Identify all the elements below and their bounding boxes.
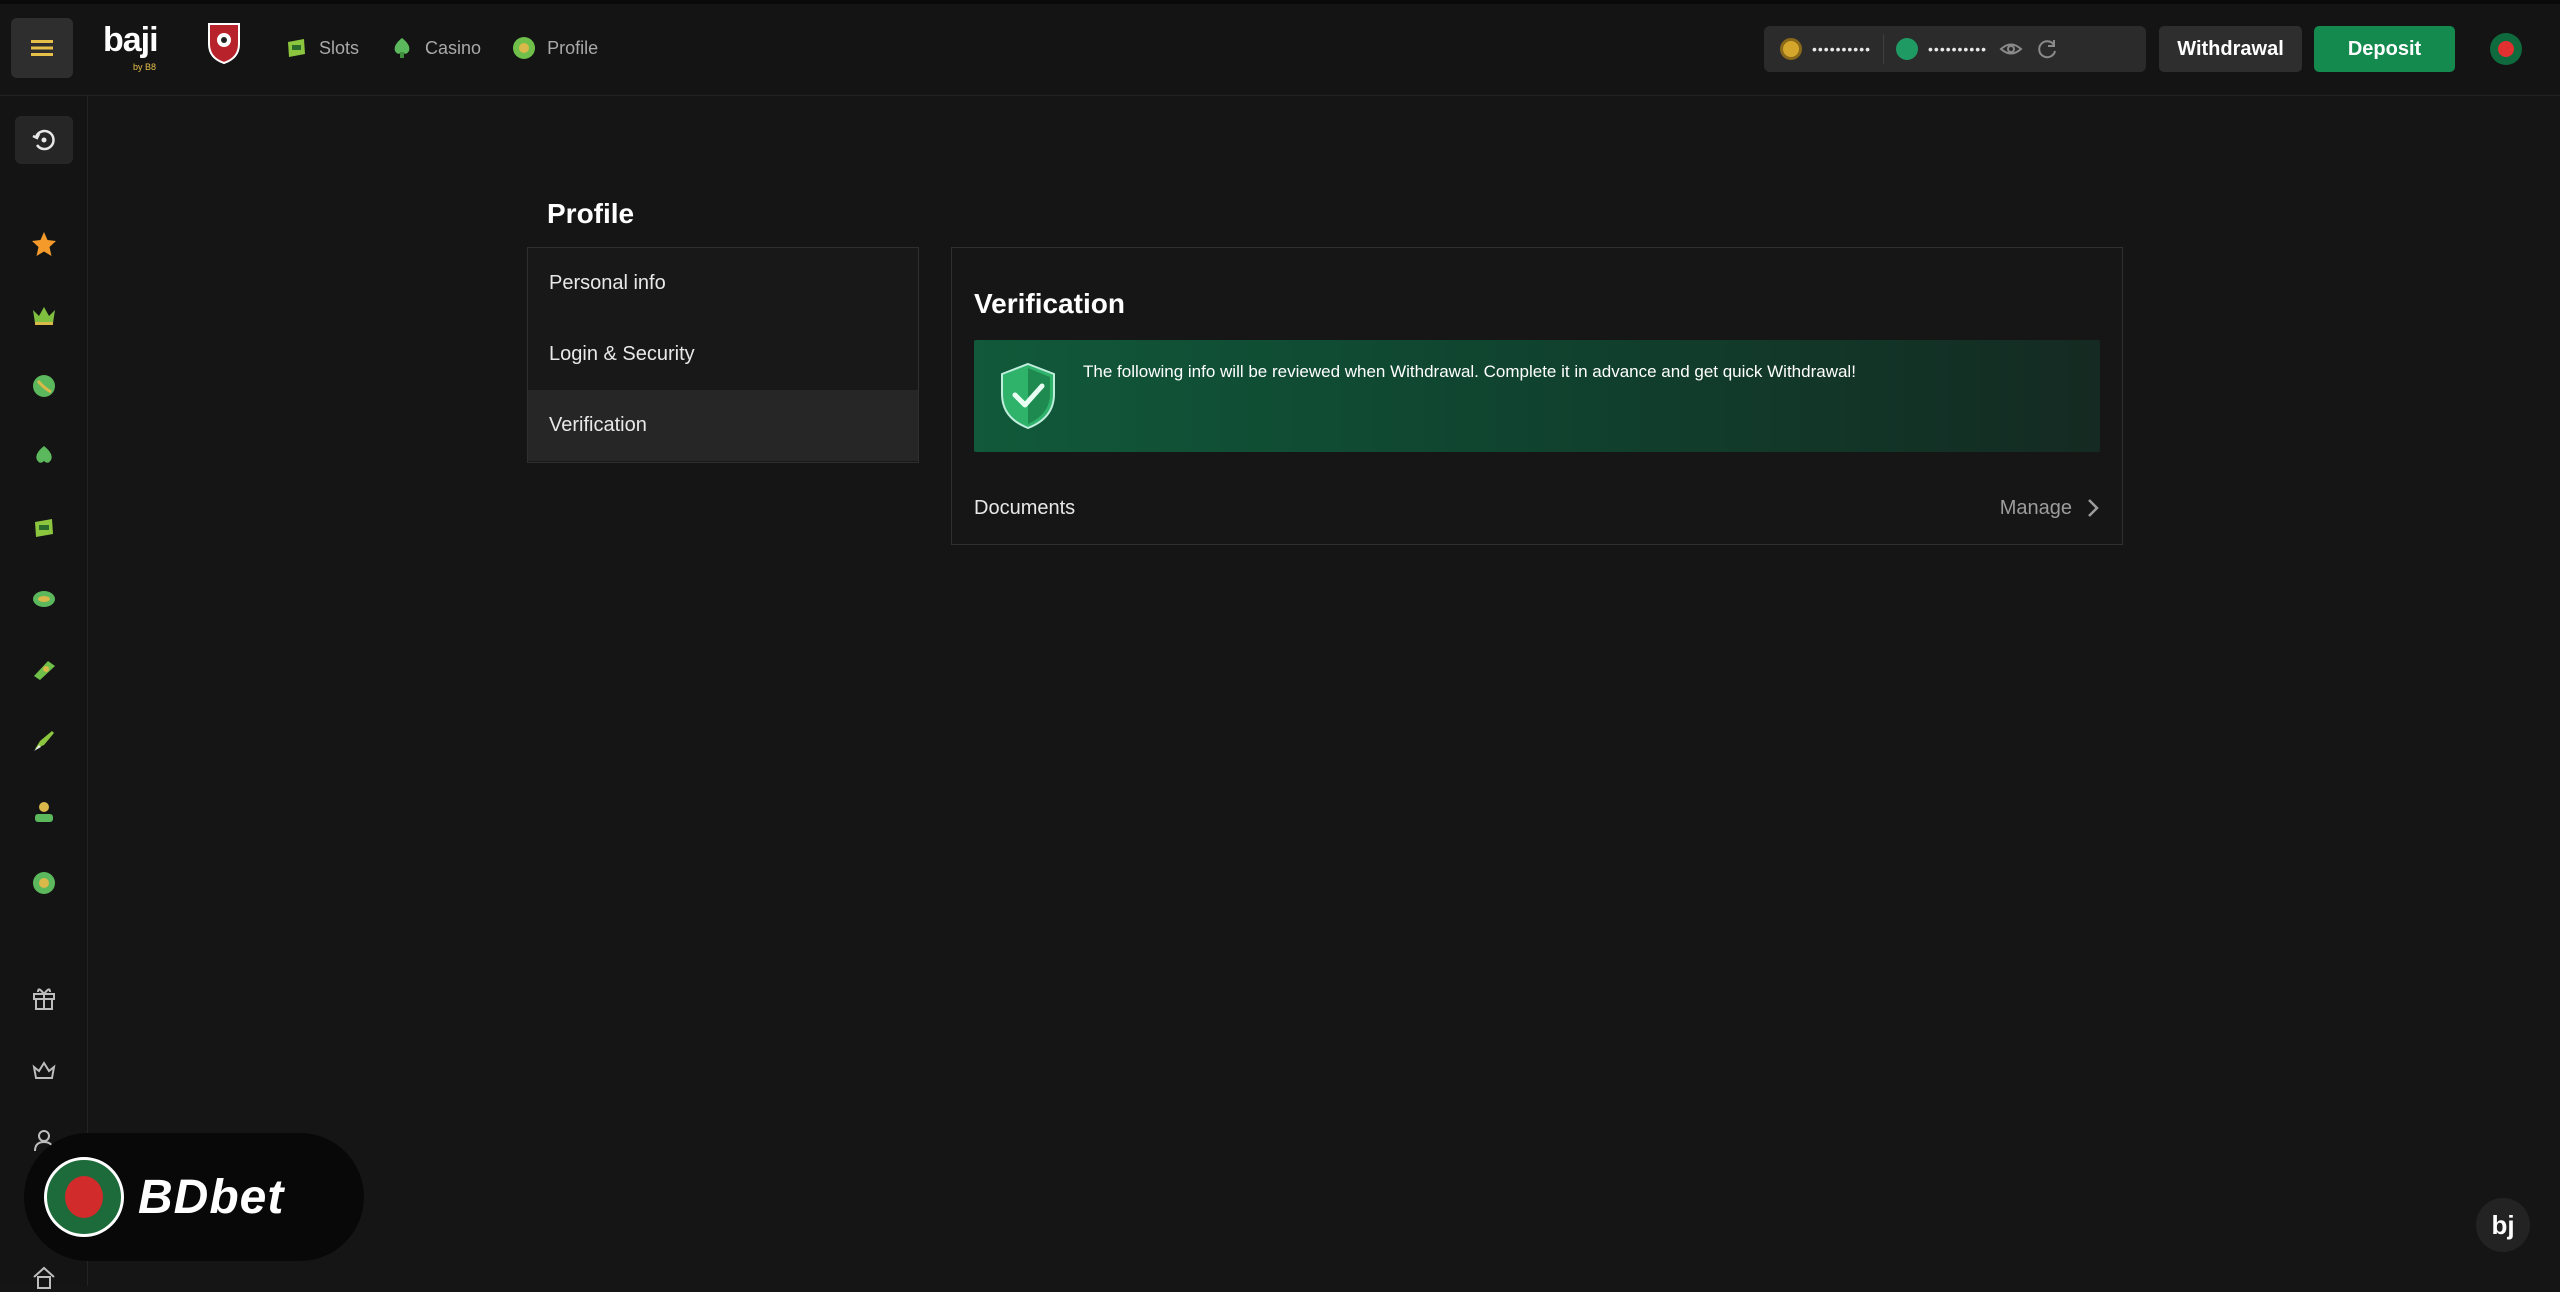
bdbet-badge-icon (44, 1157, 124, 1237)
bdbet-watermark-text: BDbet (138, 1170, 285, 1224)
table-game-icon[interactable] (30, 656, 58, 684)
verification-banner-text: The following info will be reviewed when… (1083, 362, 1856, 381)
eye-icon[interactable] (1999, 37, 2023, 61)
menu-button[interactable] (11, 18, 73, 78)
crown-icon[interactable] (30, 301, 58, 329)
shield-check-icon (1001, 362, 1055, 430)
sidebar (0, 96, 88, 1289)
language-flag-icon[interactable] (2490, 33, 2522, 65)
club-crest-icon[interactable] (207, 22, 241, 64)
secondary-balance-value: •••••••••• (1928, 41, 1988, 57)
nav-casino[interactable]: Casino (389, 30, 481, 66)
logo-text: baji (103, 21, 159, 59)
poker-chip-icon[interactable] (30, 443, 58, 471)
balance-box: •••••••••• •••••••••• (1764, 26, 2146, 72)
menu-item-verification[interactable]: Verification (528, 390, 918, 461)
home-refresh-icon (32, 129, 55, 151)
documents-label: Documents (974, 496, 1076, 519)
nav-profile-label: Profile (547, 37, 599, 58)
menu-item-login-security[interactable]: Login & Security (528, 319, 918, 390)
logo-subtext: by B8 (133, 62, 157, 72)
hamburger-icon (31, 40, 53, 56)
main-balance: •••••••••• (1780, 38, 1871, 60)
chat-support-button[interactable]: bj (2476, 1198, 2530, 1252)
sidebar-home-button[interactable] (15, 116, 73, 164)
slots-icon (288, 39, 305, 57)
verification-banner: The following info will be reviewed when… (974, 340, 2100, 452)
sports-ball-icon[interactable] (30, 372, 58, 400)
menu-item-personal-info[interactable]: Personal info (528, 248, 918, 319)
top-border (0, 0, 2560, 4)
profile-icon (513, 37, 536, 59)
star-icon[interactable] (30, 230, 58, 258)
gift-icon[interactable] (30, 984, 58, 1012)
manage-link[interactable]: Manage (2000, 497, 2100, 520)
page-title: Profile (547, 198, 635, 229)
fishing-icon[interactable] (30, 585, 58, 613)
baji-logo[interactable]: baji by B8 (103, 22, 163, 74)
rocket-icon[interactable] (30, 727, 58, 755)
manage-label: Manage (1999, 496, 2072, 519)
top-bar: baji by B8 Slots Casino Profile ••••••••… (0, 0, 2560, 96)
nav-casino-label: Casino (425, 37, 482, 58)
withdrawal-button[interactable]: Withdrawal (2159, 26, 2302, 72)
profile-menu: Personal info Login & Security Verificat… (527, 247, 919, 463)
vip-crown-icon[interactable] (30, 1056, 58, 1084)
nav-slots[interactable]: Slots (283, 30, 359, 66)
nav-profile[interactable]: Profile (511, 30, 598, 66)
main-balance-value: •••••••••• (1812, 41, 1872, 57)
balance-divider (1883, 34, 1885, 64)
coin-icon (1780, 38, 1802, 60)
verification-panel: Verification The following info will be … (951, 247, 2123, 545)
nav-slots-label: Slots (319, 37, 360, 58)
lottery-ball-icon[interactable] (30, 869, 58, 897)
house-icon[interactable] (30, 1264, 58, 1292)
refresh-icon[interactable] (2035, 37, 2059, 61)
casino-icon (394, 38, 410, 58)
slot-ticket-icon[interactable] (30, 514, 58, 542)
esports-icon[interactable] (30, 798, 58, 826)
bdbet-watermark: BDbet (24, 1133, 364, 1261)
documents-row[interactable]: Documents Manage (974, 488, 2100, 528)
top-nav: Slots Casino Profile (283, 30, 628, 66)
deposit-button[interactable]: Deposit (2314, 26, 2455, 72)
secondary-balance: •••••••••• (1896, 38, 1987, 60)
verification-title: Verification (974, 288, 1125, 319)
chevron-right-icon (2088, 499, 2099, 517)
shield-coin-icon (1896, 38, 1919, 60)
